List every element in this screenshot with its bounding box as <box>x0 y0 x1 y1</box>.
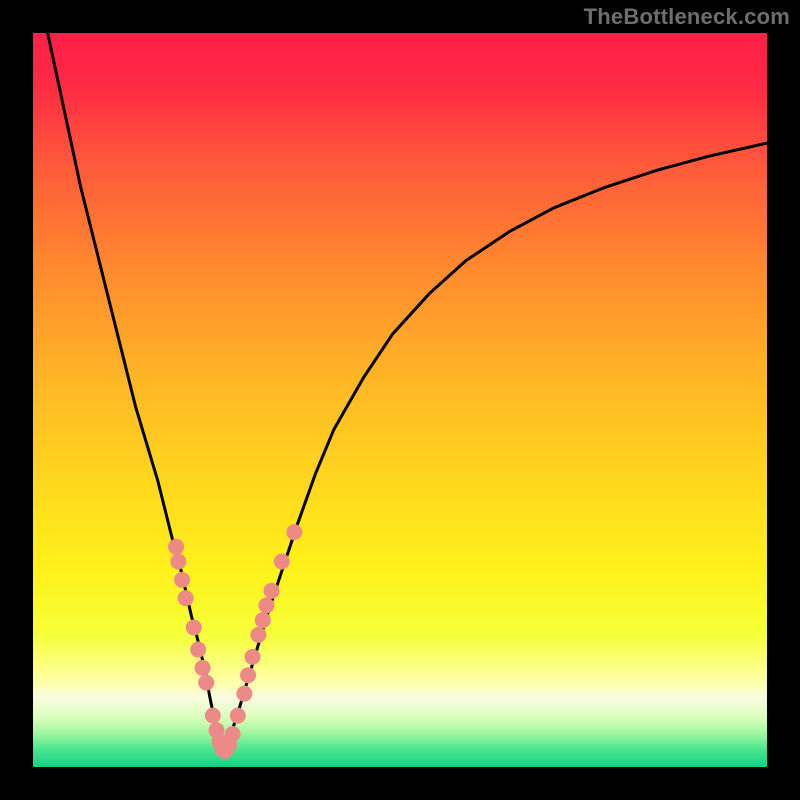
dot <box>178 590 194 606</box>
chart-curve-group <box>48 33 767 752</box>
dot <box>186 620 202 636</box>
dot <box>174 572 190 588</box>
dot <box>190 642 206 658</box>
dot <box>286 524 302 540</box>
dot <box>225 726 241 742</box>
watermark-text: TheBottleneck.com <box>584 4 790 30</box>
chart-stage: TheBottleneck.com <box>0 0 800 800</box>
curve-right-arm <box>224 143 767 752</box>
dot <box>258 598 274 614</box>
dot <box>250 627 266 643</box>
chart-svg-layer <box>33 33 767 767</box>
dot <box>205 708 221 724</box>
dot <box>274 553 290 569</box>
dot <box>255 612 271 628</box>
dot <box>236 686 252 702</box>
dot <box>198 675 214 691</box>
dot <box>240 667 256 683</box>
dot <box>264 583 280 599</box>
dot <box>168 539 184 555</box>
dot <box>195 660 211 676</box>
dot <box>244 649 260 665</box>
chart-plot-area <box>33 33 767 767</box>
dot <box>170 553 186 569</box>
dot <box>230 708 246 724</box>
